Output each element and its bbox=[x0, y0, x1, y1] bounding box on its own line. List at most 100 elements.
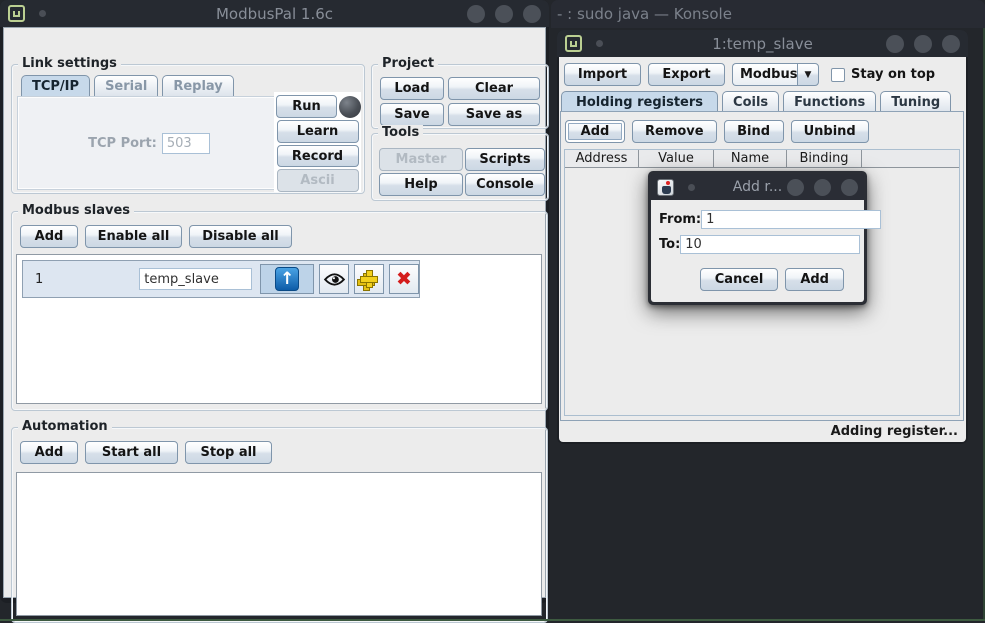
slave-name-input[interactable] bbox=[139, 268, 252, 290]
chevron-down-icon[interactable]: ▼ bbox=[797, 63, 819, 86]
cancel-button[interactable]: Cancel bbox=[700, 268, 779, 291]
konsole-title: - : sudo java — Konsole bbox=[557, 5, 732, 23]
close-button[interactable] bbox=[523, 5, 541, 23]
dialog-content: From: To: Cancel Add bbox=[651, 200, 864, 302]
disable-all-button[interactable]: Disable all bbox=[189, 225, 292, 248]
tools-title: Tools bbox=[378, 125, 423, 140]
window-manager-icon-glyph bbox=[13, 11, 20, 17]
maximize-button[interactable] bbox=[914, 35, 932, 53]
help-button[interactable]: Help bbox=[379, 173, 463, 196]
automation-panel: Automation Add Start all Stop all bbox=[11, 427, 548, 623]
to-label: To: bbox=[659, 237, 680, 252]
to-input[interactable] bbox=[680, 235, 860, 254]
clear-button[interactable]: Clear bbox=[448, 77, 540, 100]
link-buttons-column: Run Learn Record Ascii bbox=[274, 92, 361, 192]
titlebar-dot-icon bbox=[596, 40, 603, 47]
project-panel: Project Load Clear Save Save as bbox=[371, 64, 549, 129]
add-slave-button[interactable]: Add bbox=[20, 225, 78, 248]
tab-coils[interactable]: Coils bbox=[722, 91, 779, 112]
column-header-name[interactable]: Name bbox=[714, 150, 787, 168]
enable-slave-toggle[interactable]: ↑ bbox=[260, 264, 314, 294]
show-slave-button[interactable] bbox=[319, 264, 349, 294]
tcp-port-input[interactable] bbox=[162, 133, 210, 154]
console-button[interactable]: Console bbox=[465, 173, 545, 196]
konsole-titlebar[interactable]: - : sudo java — Konsole bbox=[551, 0, 985, 28]
enable-all-button[interactable]: Enable all bbox=[85, 225, 182, 248]
tab-holding-registers[interactable]: Holding registers bbox=[561, 91, 718, 112]
link-tabs: TCP/IP Serial Replay bbox=[21, 75, 238, 96]
close-button[interactable] bbox=[942, 35, 960, 53]
minimize-button[interactable] bbox=[467, 5, 485, 23]
load-button[interactable]: Load bbox=[380, 77, 444, 100]
from-label: From: bbox=[659, 212, 701, 227]
temp-slave-titlebar[interactable]: 1:temp_slave bbox=[557, 30, 968, 57]
add-plus-icon bbox=[359, 269, 379, 289]
link-settings-panel: Link settings TCP/IP Serial Replay TCP P… bbox=[11, 64, 365, 194]
maximize-button[interactable] bbox=[814, 179, 831, 196]
column-header-value[interactable]: Value bbox=[639, 150, 714, 168]
run-button[interactable]: Run bbox=[276, 95, 337, 118]
unbind-button[interactable]: Unbind bbox=[791, 120, 869, 143]
tcpip-tab-panel: TCP Port: bbox=[17, 96, 281, 190]
tab-tcpip[interactable]: TCP/IP bbox=[21, 75, 90, 96]
java-app-icon bbox=[657, 179, 674, 196]
up-arrow-icon: ↑ bbox=[275, 267, 299, 291]
dialog-add-button[interactable]: Add bbox=[785, 268, 844, 291]
stop-all-button[interactable]: Stop all bbox=[185, 441, 272, 464]
maximize-button[interactable] bbox=[495, 5, 513, 23]
tools-panel: Tools Master Scripts Help Console bbox=[371, 133, 549, 201]
status-bar: Adding register... bbox=[559, 421, 966, 442]
column-header-binding[interactable]: Binding bbox=[787, 150, 862, 168]
minimize-button[interactable] bbox=[787, 179, 804, 196]
slaves-list[interactable]: 1 ↑ bbox=[16, 254, 542, 404]
learn-button[interactable]: Learn bbox=[277, 120, 359, 143]
master-button: Master bbox=[379, 148, 463, 171]
import-button[interactable]: Import bbox=[564, 63, 641, 86]
record-button[interactable]: Record bbox=[277, 145, 359, 168]
window-manager-icon bbox=[565, 35, 582, 52]
delete-x-icon: ✖ bbox=[396, 268, 412, 290]
automation-title: Automation bbox=[18, 419, 112, 434]
stay-on-top-checkbox[interactable] bbox=[831, 68, 845, 82]
delete-slave-button[interactable]: ✖ bbox=[389, 264, 419, 294]
window-manager-icon-glyph bbox=[570, 41, 577, 47]
project-title: Project bbox=[378, 56, 438, 71]
start-all-button[interactable]: Start all bbox=[85, 441, 178, 464]
stay-on-top-label: Stay on top bbox=[851, 67, 935, 82]
tcp-port-label: TCP Port: bbox=[88, 136, 157, 151]
duplicate-slave-button[interactable] bbox=[354, 264, 384, 294]
tab-serial[interactable]: Serial bbox=[94, 75, 158, 96]
link-settings-title: Link settings bbox=[18, 56, 121, 71]
tab-tuning[interactable]: Tuning bbox=[880, 91, 951, 112]
modbuspal-titlebar[interactable]: ModbusPal 1.6c bbox=[0, 0, 549, 27]
scripts-button[interactable]: Scripts bbox=[465, 148, 545, 171]
automation-list[interactable] bbox=[16, 472, 542, 616]
combobox-value: Modbus bbox=[732, 63, 797, 86]
tab-functions[interactable]: Functions bbox=[783, 91, 876, 112]
eye-icon bbox=[323, 272, 346, 287]
export-button[interactable]: Export bbox=[648, 63, 725, 86]
add-register-dialog: Add r... From: To: Cancel Add bbox=[648, 171, 867, 305]
modbus-slaves-panel: Modbus slaves Add Enable all Disable all… bbox=[11, 211, 548, 411]
save-as-button[interactable]: Save as bbox=[448, 103, 540, 126]
column-header-address[interactable]: Address bbox=[565, 150, 639, 168]
minimize-button[interactable] bbox=[886, 35, 904, 53]
slave-id: 1 bbox=[35, 272, 43, 287]
implementation-combobox[interactable]: Modbus ▼ bbox=[732, 63, 819, 86]
close-button[interactable] bbox=[841, 179, 858, 196]
window-manager-icon bbox=[8, 5, 25, 22]
slave-row[interactable]: 1 ↑ bbox=[22, 260, 420, 298]
tab-replay[interactable]: Replay bbox=[162, 75, 233, 96]
bind-button[interactable]: Bind bbox=[724, 120, 784, 143]
registers-table-header: Address Value Name Binding bbox=[565, 150, 959, 168]
add-automation-button[interactable]: Add bbox=[20, 441, 78, 464]
save-button[interactable]: Save bbox=[380, 103, 444, 126]
modbus-slaves-title: Modbus slaves bbox=[18, 203, 134, 218]
add-register-button[interactable]: Add bbox=[565, 120, 625, 143]
dialog-titlebar[interactable]: Add r... bbox=[651, 174, 864, 200]
status-text: Adding register... bbox=[831, 424, 958, 439]
from-input[interactable] bbox=[701, 210, 881, 229]
modbuspal-content: Link settings TCP/IP Serial Replay TCP P… bbox=[3, 27, 546, 598]
remove-register-button[interactable]: Remove bbox=[632, 120, 717, 143]
modbuspal-window: ModbusPal 1.6c Link settings TCP/IP Seri… bbox=[0, 0, 549, 603]
